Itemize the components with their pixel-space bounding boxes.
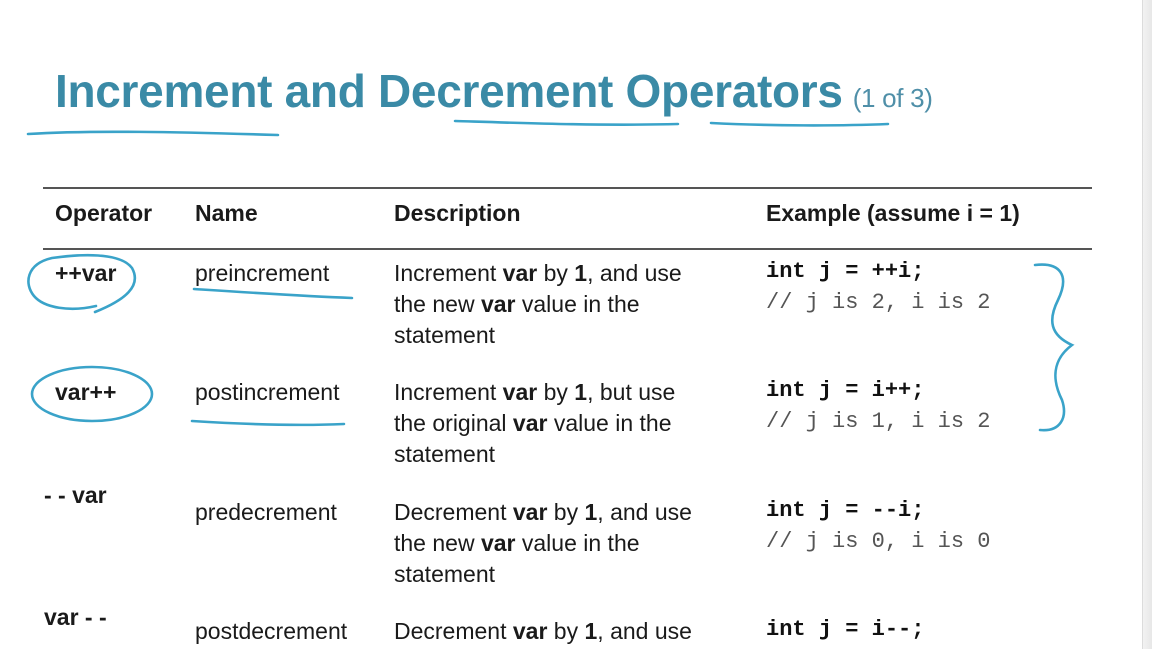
description-keyword: 1 — [574, 260, 588, 286]
title-underline-2 — [453, 119, 680, 126]
title-underline-3 — [709, 121, 890, 127]
description-line: statement — [394, 559, 692, 590]
operator-preincrement: ++var — [55, 260, 117, 286]
description-keyword: var — [512, 410, 548, 436]
example-postincrement: int j = i++; // j is 1, i is 2 — [766, 375, 990, 437]
slide-title: Increment and Decrement Operators (1 of 3… — [55, 64, 933, 118]
description-line: Increment var by 1, and use — [394, 258, 682, 289]
description-postincrement: Increment var by 1, but use the original … — [394, 377, 675, 470]
description-line: Decrement var by 1, and use — [394, 497, 692, 528]
description-predecrement: Decrement var by 1, and use the new var v… — [394, 497, 692, 590]
name-preincrement: preincrement — [195, 260, 330, 286]
description-text: Increment — [394, 379, 503, 405]
name-postincrement: postincrement — [195, 379, 340, 405]
code-comment: // j is 1, i is 2 — [766, 409, 991, 434]
description-text: by — [537, 379, 575, 405]
code-line: int j = --i; — [766, 498, 925, 523]
code-comment: // j is 2, i is 2 — [766, 290, 991, 315]
description-text: , and use — [597, 499, 692, 525]
example-preincrement: int j = ++i; // j is 2, i is 2 — [766, 256, 990, 318]
description-keyword: 1 — [584, 618, 598, 644]
description-keyword: var — [480, 530, 516, 556]
header-operator: Operator — [55, 200, 153, 226]
code-line: int j = i++; — [766, 378, 925, 403]
underline-postincrement — [190, 419, 346, 427]
window-edge — [1142, 0, 1152, 649]
description-text: value in the — [515, 530, 640, 556]
name-postdecrement: postdecrement — [195, 618, 348, 644]
example-predecrement: int j = --i; // j is 0, i is 0 — [766, 495, 990, 557]
slide-counter: (1 of 3) — [852, 83, 933, 113]
title-underline-1 — [26, 130, 280, 137]
description-line: Decrement var by 1, and use — [394, 616, 692, 647]
description-keyword: var — [480, 291, 516, 317]
example-postdecrement: int j = i--; — [766, 614, 924, 645]
table-header-rule — [43, 248, 1092, 250]
description-text: Decrement — [394, 618, 513, 644]
operator-postdecrement: var - - — [44, 604, 107, 630]
description-text: Decrement — [394, 499, 513, 525]
description-keyword: var — [512, 499, 548, 525]
description-text: , but use — [587, 379, 676, 405]
description-line: the original var value in the — [394, 408, 675, 439]
header-description: Description — [394, 200, 521, 226]
description-text: by — [537, 260, 575, 286]
description-text: Increment — [394, 260, 503, 286]
description-text: by — [547, 499, 585, 525]
operator-postincrement: var++ — [55, 379, 117, 405]
description-line: the new var value in the — [394, 528, 692, 559]
underline-preincrement — [192, 287, 354, 300]
description-text: statement — [394, 441, 495, 467]
description-text: by — [547, 618, 585, 644]
description-keyword: var — [502, 260, 538, 286]
description-text: value in the — [515, 291, 640, 317]
code-line: int j = i--; — [766, 617, 925, 642]
code-line: int j = ++i; — [766, 259, 925, 284]
description-postdecrement: Decrement var by 1, and use — [394, 616, 692, 647]
description-text: value in the — [547, 410, 672, 436]
header-name: Name — [195, 200, 258, 226]
description-text: the new — [394, 530, 481, 556]
description-line: statement — [394, 320, 682, 351]
description-preincrement: Increment var by 1, and use the new var v… — [394, 258, 682, 351]
description-text: statement — [394, 561, 495, 587]
description-text: the original — [394, 410, 513, 436]
description-line: statement — [394, 439, 675, 470]
description-keyword: 1 — [574, 379, 588, 405]
description-text: statement — [394, 322, 495, 348]
description-text: , and use — [587, 260, 682, 286]
header-example: Example (assume i = 1) — [766, 200, 1020, 226]
title-text: Increment and Decrement Operators — [55, 65, 843, 117]
description-line: the new var value in the — [394, 289, 682, 320]
table-top-rule — [43, 187, 1092, 189]
description-keyword: var — [512, 618, 548, 644]
operator-predecrement: - - var — [44, 482, 107, 508]
brace-increment-examples — [1033, 263, 1075, 432]
description-text: the new — [394, 291, 481, 317]
description-keyword: var — [502, 379, 538, 405]
description-line: Increment var by 1, but use — [394, 377, 675, 408]
description-text: , and use — [597, 618, 692, 644]
name-predecrement: predecrement — [195, 499, 337, 525]
description-keyword: 1 — [584, 499, 598, 525]
code-comment: // j is 0, i is 0 — [766, 529, 991, 554]
